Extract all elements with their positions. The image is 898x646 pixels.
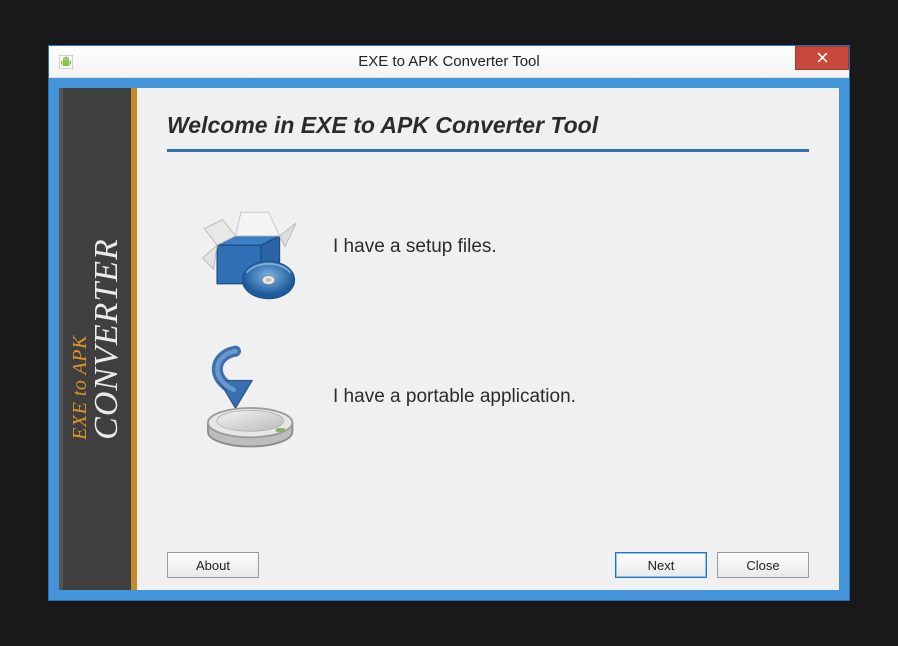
sidebar: EXE to APK CONVERTER xyxy=(59,88,137,590)
footer-bar: About Next Close xyxy=(167,544,809,578)
setup-box-disc-icon xyxy=(197,192,307,302)
option-setup-label: I have a setup files. xyxy=(333,236,497,258)
sidebar-logo-text: EXE to APK CONVERTER xyxy=(70,238,124,440)
android-icon xyxy=(57,53,75,71)
close-button[interactable]: Close xyxy=(717,552,809,578)
option-portable-app[interactable]: I have a portable application. xyxy=(167,342,809,452)
close-icon xyxy=(817,52,828,63)
next-button[interactable]: Next xyxy=(615,552,707,578)
about-button[interactable]: About xyxy=(167,552,259,578)
content-inner: EXE to APK CONVERTER Welcome in EXE to A… xyxy=(59,88,839,590)
window-close-button[interactable] xyxy=(795,46,849,70)
content-border: EXE to APK CONVERTER Welcome in EXE to A… xyxy=(49,78,849,600)
option-setup-files[interactable]: I have a setup files. xyxy=(167,192,809,302)
sidebar-line2: CONVERTER xyxy=(90,238,124,440)
titlebar[interactable]: EXE to APK Converter Tool xyxy=(49,46,849,78)
main-panel: Welcome in EXE to APK Converter Tool xyxy=(137,88,839,590)
window-title: EXE to APK Converter Tool xyxy=(49,53,849,70)
option-portable-label: I have a portable application. xyxy=(333,386,576,408)
download-drive-icon xyxy=(197,342,307,452)
app-window: EXE to APK Converter Tool EXE to APK CON… xyxy=(48,45,850,601)
page-heading: Welcome in EXE to APK Converter Tool xyxy=(167,112,809,152)
